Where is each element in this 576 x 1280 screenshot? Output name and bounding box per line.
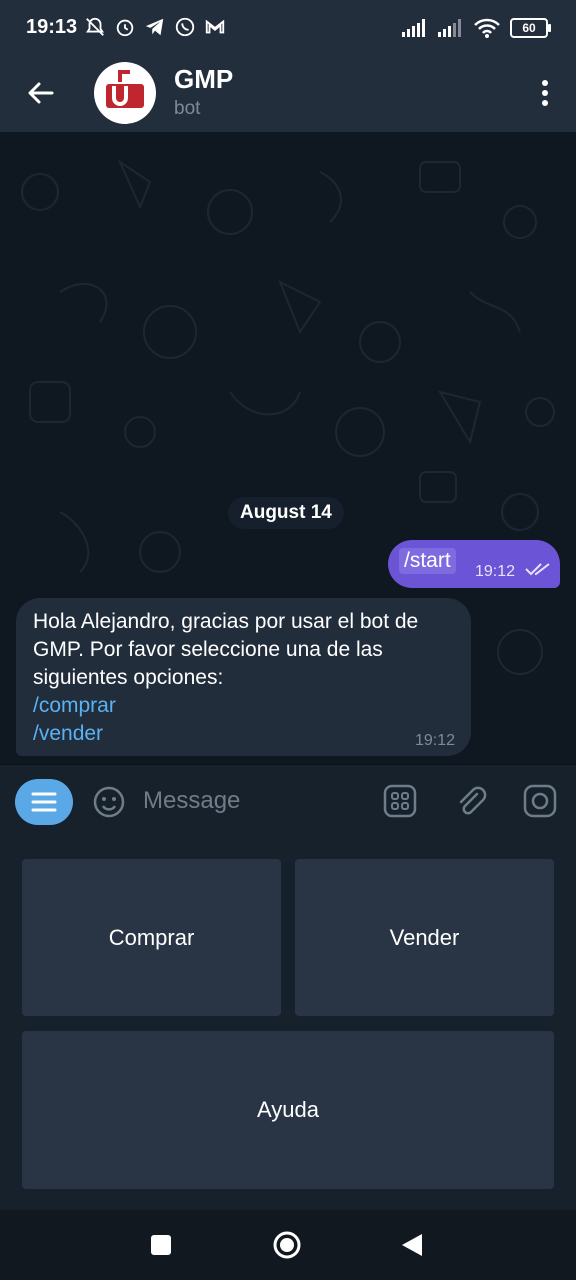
emoji-icon[interactable]	[92, 785, 126, 819]
battery-indicator: 60	[510, 18, 551, 38]
more-vertical-icon[interactable]	[540, 78, 550, 108]
chat-header: GMP bot	[0, 58, 576, 132]
telegram-icon	[145, 18, 164, 36]
keyboard-button-vender[interactable]: Vender	[295, 859, 554, 1016]
date-separator: August 14	[228, 497, 344, 529]
outgoing-message[interactable]: /start 19:12	[388, 540, 560, 588]
sticker-icon[interactable]	[383, 784, 417, 818]
bot-avatar[interactable]	[94, 62, 156, 124]
outgoing-message-time: 19:12	[475, 563, 516, 580]
mute-icon	[85, 17, 105, 36]
incoming-message-text: Hola Alejandro, gracias por usar el bot …	[33, 610, 419, 689]
menu-icon	[31, 792, 57, 812]
signal-icon-2	[438, 19, 461, 37]
wifi-icon	[474, 18, 500, 38]
chat-area: August 14 /start 19:12 Hola Alejandro, g…	[0, 132, 576, 764]
gmail-icon	[205, 19, 225, 34]
attach-icon[interactable]	[453, 784, 487, 818]
bot-menu-button[interactable]	[15, 779, 73, 825]
keyboard-button-ayuda[interactable]: Ayuda	[22, 1031, 554, 1189]
incoming-message[interactable]: Hola Alejandro, gracias por usar el bot …	[16, 598, 471, 756]
message-input-bar: Message	[0, 764, 576, 839]
message-input[interactable]: Message	[143, 787, 240, 815]
whatsapp-icon	[175, 17, 195, 37]
incoming-message-time: 19:12	[414, 732, 455, 749]
nav-circle-icon[interactable]	[272, 1230, 302, 1260]
nav-square-icon[interactable]	[150, 1234, 172, 1256]
camera-icon[interactable]	[523, 784, 557, 818]
status-time: 19:13	[26, 16, 78, 38]
command-link-comprar[interactable]: /comprar	[33, 692, 458, 720]
system-nav-bar	[0, 1210, 576, 1280]
alarm-icon	[116, 19, 134, 37]
chat-subtitle: bot	[174, 98, 201, 119]
status-notification-icons	[84, 16, 226, 38]
command-link-vender[interactable]: /vender	[33, 720, 458, 748]
bot-reply-keyboard: Comprar Vender Ayuda	[0, 838, 576, 1210]
double-check-icon	[525, 563, 550, 576]
keyboard-button-comprar[interactable]: Comprar	[22, 859, 281, 1016]
incoming-message-body: Hola Alejandro, gracias por usar el bot …	[33, 608, 458, 748]
bot-avatar-logo	[106, 70, 144, 108]
status-bar: 19:13 60	[0, 0, 576, 58]
signal-icon	[402, 19, 425, 37]
back-arrow-icon[interactable]	[26, 78, 56, 108]
nav-back-icon[interactable]	[400, 1232, 424, 1258]
outgoing-command-text[interactable]: /start	[399, 548, 456, 574]
chat-title: GMP	[174, 64, 234, 94]
status-system-icons: 60	[402, 18, 551, 38]
